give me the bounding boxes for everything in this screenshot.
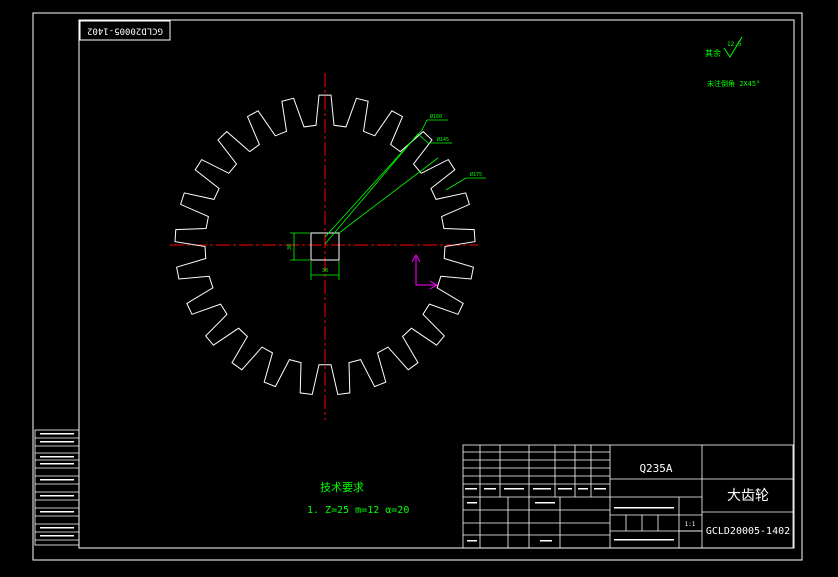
tech-req-line1: 1. Z=25 m=12 α=20 — [307, 505, 409, 516]
dim-label-d2: Ø145 — [437, 136, 449, 143]
bore-width-label: 30 — [322, 268, 328, 274]
rotated-drawing-number: GCLD20005-1402 — [87, 26, 163, 36]
roughness-prefix: 其余 — [705, 48, 721, 58]
rotated-number-box: GCLD20005-1402 — [79, 20, 171, 41]
chamfer-note: 未注倒角 2X45° — [707, 79, 760, 88]
diameter-leaders — [324, 119, 486, 245]
roughness-value: 12.5 — [727, 41, 742, 48]
scale-label: 1:1 — [685, 521, 696, 528]
ucs-icon — [411, 253, 439, 290]
outer-frame — [32, 12, 803, 561]
cad-drawing-canvas: GCLD20005-1402 其余 12.5 未注倒角 2X45° 30 30 … — [32, 12, 803, 561]
tech-req-title: 技术要求 — [320, 481, 364, 494]
bore-dimensions — [290, 232, 340, 280]
part-name: 大齿轮 — [727, 488, 769, 504]
bore-height-label: 30 — [287, 244, 293, 250]
roughness-note: 其余 12.5 未注倒角 2X45° — [705, 36, 760, 88]
centerlines — [170, 73, 478, 420]
left-margin-marks — [40, 433, 74, 537]
drawing-number: GCLD20005-1402 — [706, 526, 790, 537]
dim-label-d1: Ø160 — [430, 113, 442, 120]
inner-frame — [78, 19, 795, 549]
material-label: Q235A — [639, 462, 672, 475]
dim-label-d3: Ø175 — [470, 171, 482, 178]
